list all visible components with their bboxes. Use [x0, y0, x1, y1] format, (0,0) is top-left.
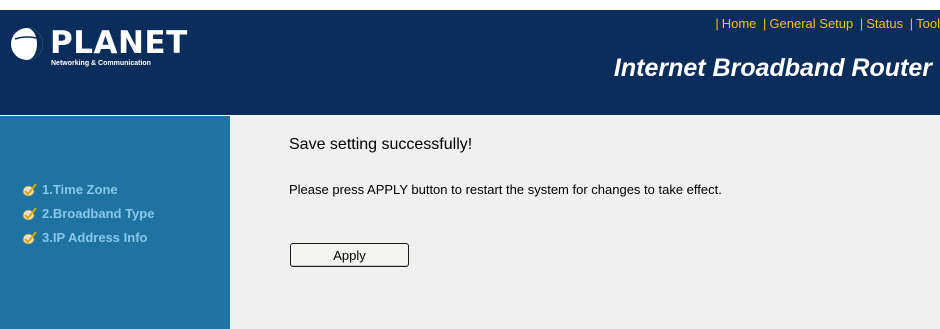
checkmark-icon: [22, 231, 37, 245]
sidebar-item-label: 3.IP Address Info: [42, 230, 148, 245]
main-content: Save setting successfully! Please press …: [230, 115, 940, 329]
sidebar-item-ip-address-info[interactable]: 3.IP Address Info: [22, 226, 154, 250]
page-title: Save setting successfully!: [289, 136, 473, 153]
logo-wordmark: PLANET: [50, 25, 188, 61]
nav-link-general-setup[interactable]: General Setup: [769, 16, 853, 31]
sidebar-item-broadband-type[interactable]: 2.Broadband Type: [22, 202, 154, 226]
top-navigation: | Home | General Setup | Status | Tool: [715, 16, 940, 31]
checkmark-icon: [22, 183, 37, 197]
sidebar-item-label: 1.Time Zone: [42, 182, 118, 197]
product-title: Internet Broadband Router: [613, 54, 932, 82]
apply-button[interactable]: Apply: [290, 243, 409, 267]
checkmark-icon: [22, 207, 37, 221]
header-banner: PLANET Networking & Communication | Home …: [0, 10, 940, 115]
wizard-step-list: 1.Time Zone 2.Broadband Type 3.IP Addres…: [22, 178, 154, 250]
instruction-text: Please press APPLY button to restart the…: [289, 182, 722, 197]
nav-link-status[interactable]: Status: [866, 16, 903, 31]
sidebar-item-label: 2.Broadband Type: [42, 206, 155, 221]
nav-link-home[interactable]: Home: [722, 16, 757, 31]
nav-link-tool[interactable]: Tool: [916, 16, 940, 31]
wizard-sidebar: 1.Time Zone 2.Broadband Type 3.IP Addres…: [0, 115, 230, 329]
logo-tagline: Networking & Communication: [51, 60, 151, 67]
planet-logo-icon: [11, 28, 43, 60]
sidebar-item-time-zone[interactable]: 1.Time Zone: [22, 178, 154, 202]
